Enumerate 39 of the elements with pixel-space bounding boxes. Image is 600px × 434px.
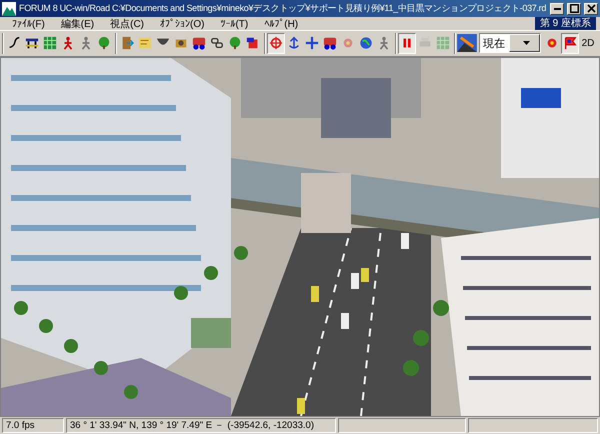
close-button[interactable] bbox=[584, 2, 598, 15]
menu-item[interactable]: 視点(C) bbox=[102, 16, 152, 31]
fps-readout: 7.0 fps bbox=[2, 418, 64, 433]
globe-icon bbox=[359, 36, 373, 50]
minimize-button[interactable] bbox=[550, 2, 564, 15]
person-icon bbox=[61, 36, 75, 50]
mountain-logo-icon bbox=[2, 2, 16, 16]
box-icon bbox=[246, 36, 260, 50]
dropdown-arrow-icon bbox=[522, 41, 530, 46]
door-icon bbox=[120, 36, 134, 50]
menu-item[interactable]: ｵﾌﾟｼｮﾝ(O) bbox=[152, 18, 212, 30]
tree-icon bbox=[228, 36, 242, 50]
bridge-icon bbox=[25, 36, 39, 50]
grid-icon bbox=[43, 36, 57, 50]
menu-item[interactable]: ﾍﾙﾌﾟ(H) bbox=[256, 18, 306, 30]
car-icon bbox=[192, 36, 206, 50]
maximize-button[interactable] bbox=[567, 2, 581, 15]
close-icon bbox=[586, 4, 596, 14]
chain-icon bbox=[210, 36, 224, 50]
window-title: FORUM 8 UC-win/Road C:¥Documents and Settings¥mineko¥デスクトップ¥サポート見積り例¥11_中目黒マンションプロジェクト-037.rd bbox=[19, 2, 547, 16]
tool-button[interactable] bbox=[561, 32, 579, 54]
position-readout: 36 ° 1' 33.94" N, 139 ° 19' 7.49" E － (-39542.6, -12033.0) bbox=[66, 418, 336, 433]
grid-icon bbox=[436, 36, 450, 50]
maximize-icon bbox=[570, 4, 578, 14]
arrow-icon bbox=[287, 36, 301, 50]
time-dropdown[interactable]: 現在 bbox=[479, 33, 541, 54]
curve-icon bbox=[7, 36, 21, 50]
move-icon bbox=[305, 36, 319, 50]
person-icon bbox=[79, 36, 93, 50]
target-icon bbox=[269, 36, 283, 50]
menu-item[interactable]: 編集(E) bbox=[52, 16, 102, 31]
flag-icon bbox=[563, 36, 577, 50]
car-icon bbox=[323, 36, 337, 50]
coordinate-system-label: 第 9 座標系 bbox=[534, 17, 596, 30]
minimize-icon bbox=[554, 8, 560, 10]
menu-item[interactable]: ﾂｰﾙ(T) bbox=[212, 18, 256, 30]
person-icon bbox=[377, 36, 391, 50]
menu-item[interactable]: ﾌｧｲﾙ(F) bbox=[4, 18, 53, 30]
tree-icon bbox=[97, 36, 111, 50]
